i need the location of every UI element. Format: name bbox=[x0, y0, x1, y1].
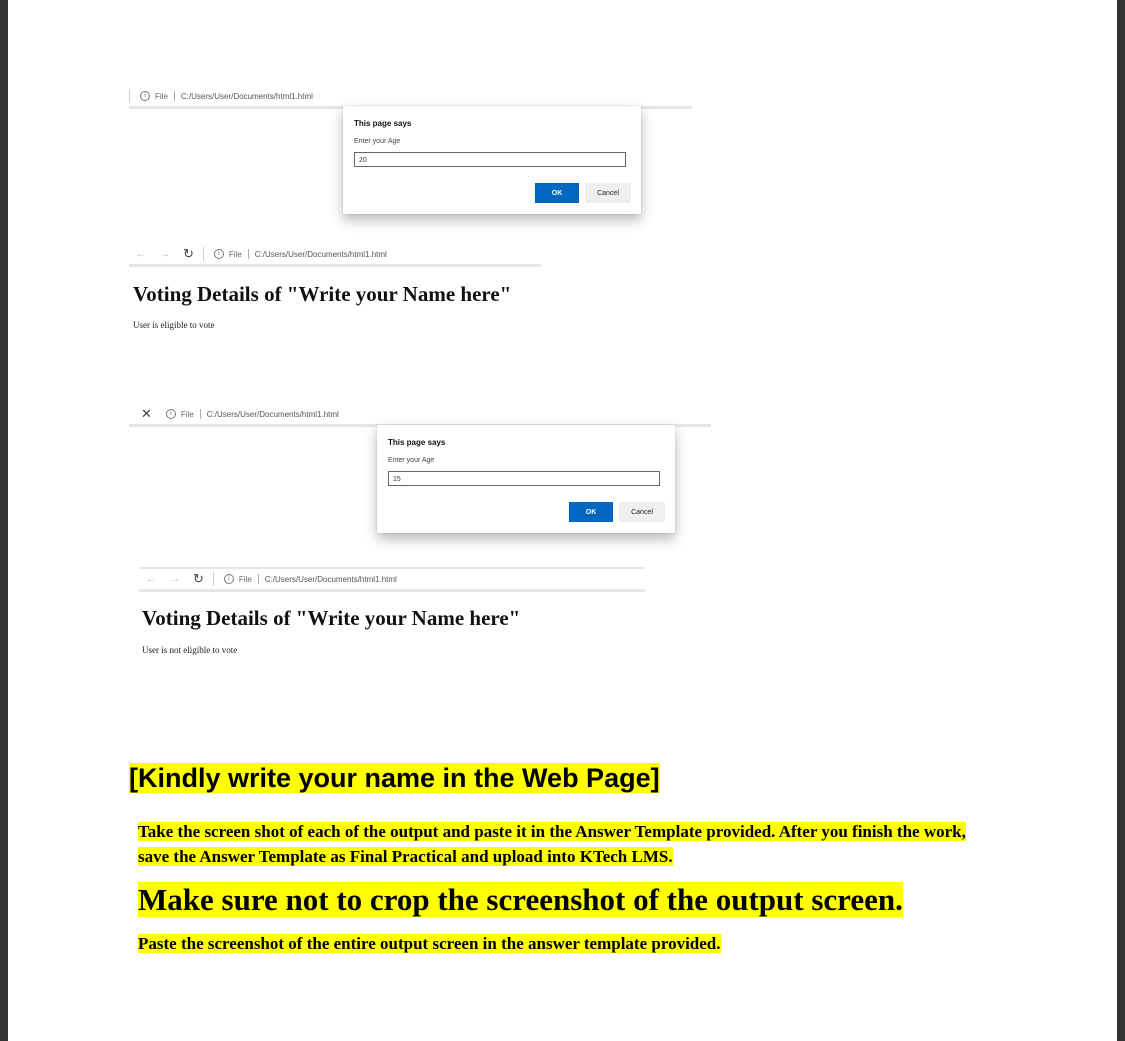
address-path[interactable]: C:/Users/User/Documents/html1.html bbox=[181, 92, 313, 101]
dialog-prompt: Enter your Age bbox=[354, 138, 401, 145]
file-label: File bbox=[228, 249, 242, 259]
age-input[interactable]: 20 bbox=[354, 152, 626, 167]
instructions-title-text: [Kindly write your name in the Web Page] bbox=[129, 763, 660, 793]
info-icon[interactable]: i bbox=[223, 574, 234, 584]
instructions-paragraph: Take the screen shot of each of the outp… bbox=[138, 819, 998, 869]
prompt-dialog: This page says Enter your Age 15 OK Canc… bbox=[377, 425, 675, 533]
ok-button[interactable]: OK bbox=[535, 183, 579, 203]
info-icon[interactable]: i bbox=[213, 249, 224, 259]
cancel-button[interactable]: Cancel bbox=[585, 183, 631, 203]
instructions-paragraph-text: Take the screen shot of each of the outp… bbox=[138, 822, 966, 866]
divider bbox=[173, 91, 175, 101]
info-icon[interactable]: i bbox=[140, 91, 150, 101]
divider bbox=[202, 247, 204, 261]
address-path[interactable]: C:/Users/User/Documents/html1.html bbox=[265, 575, 397, 584]
dialog-title: This page says bbox=[388, 438, 446, 447]
file-label: File bbox=[155, 91, 168, 101]
dialog-prompt: Enter your Age bbox=[388, 457, 435, 464]
forward-icon[interactable]: → bbox=[160, 249, 170, 260]
address-bar: ← → ↻ i File C:/Users/User/Documents/htm… bbox=[129, 244, 541, 267]
instructions-title: [Kindly write your name in the Web Page] bbox=[129, 763, 660, 794]
stop-icon[interactable]: ✕ bbox=[141, 406, 152, 422]
instructions-note: Paste the screenshot of the entire outpu… bbox=[138, 934, 721, 954]
address-path[interactable]: C:/Users/User/Documents/html1.html bbox=[255, 250, 387, 259]
age-input[interactable]: 15 bbox=[388, 471, 660, 486]
instructions-emphasis: Make sure not to crop the screenshot of … bbox=[138, 882, 903, 918]
instructions-note-text: Paste the screenshot of the entire outpu… bbox=[138, 934, 721, 953]
file-label: File bbox=[238, 574, 252, 584]
address-bar: ✕ i File C:/Users/User/Documents/html1.h… bbox=[129, 404, 711, 427]
document-page: i File C:/Users/User/Documents/html1.htm… bbox=[8, 0, 1117, 1041]
back-icon[interactable]: ← bbox=[136, 249, 146, 260]
back-icon[interactable]: ← bbox=[146, 574, 156, 585]
prompt-dialog: This page says Enter your Age 20 OK Canc… bbox=[343, 106, 641, 214]
page-heading: Voting Details of "Write your Name here" bbox=[133, 282, 512, 306]
reload-icon[interactable]: ↻ bbox=[193, 571, 204, 587]
reload-icon[interactable]: ↻ bbox=[183, 246, 194, 262]
address-path[interactable]: C:/Users/User/Documents/html1.html bbox=[207, 410, 339, 419]
status-text: User is eligible to vote bbox=[133, 320, 215, 330]
page-heading: Voting Details of "Write your Name here" bbox=[142, 606, 521, 630]
dialog-title: This page says bbox=[354, 119, 412, 128]
divider bbox=[199, 409, 201, 419]
cancel-button[interactable]: Cancel bbox=[619, 502, 665, 522]
divider bbox=[257, 574, 259, 584]
info-icon[interactable]: i bbox=[165, 409, 176, 419]
address-bar: ← → ↻ i File C:/Users/User/Documents/htm… bbox=[139, 567, 645, 592]
divider bbox=[212, 572, 214, 586]
status-text: User is not eligible to vote bbox=[142, 645, 238, 655]
file-label: File bbox=[180, 409, 194, 419]
divider bbox=[129, 89, 130, 103]
forward-icon[interactable]: → bbox=[170, 574, 180, 585]
divider bbox=[247, 249, 249, 259]
ok-button[interactable]: OK bbox=[569, 502, 613, 522]
instructions-emphasis-text: Make sure not to crop the screenshot of … bbox=[138, 882, 903, 917]
